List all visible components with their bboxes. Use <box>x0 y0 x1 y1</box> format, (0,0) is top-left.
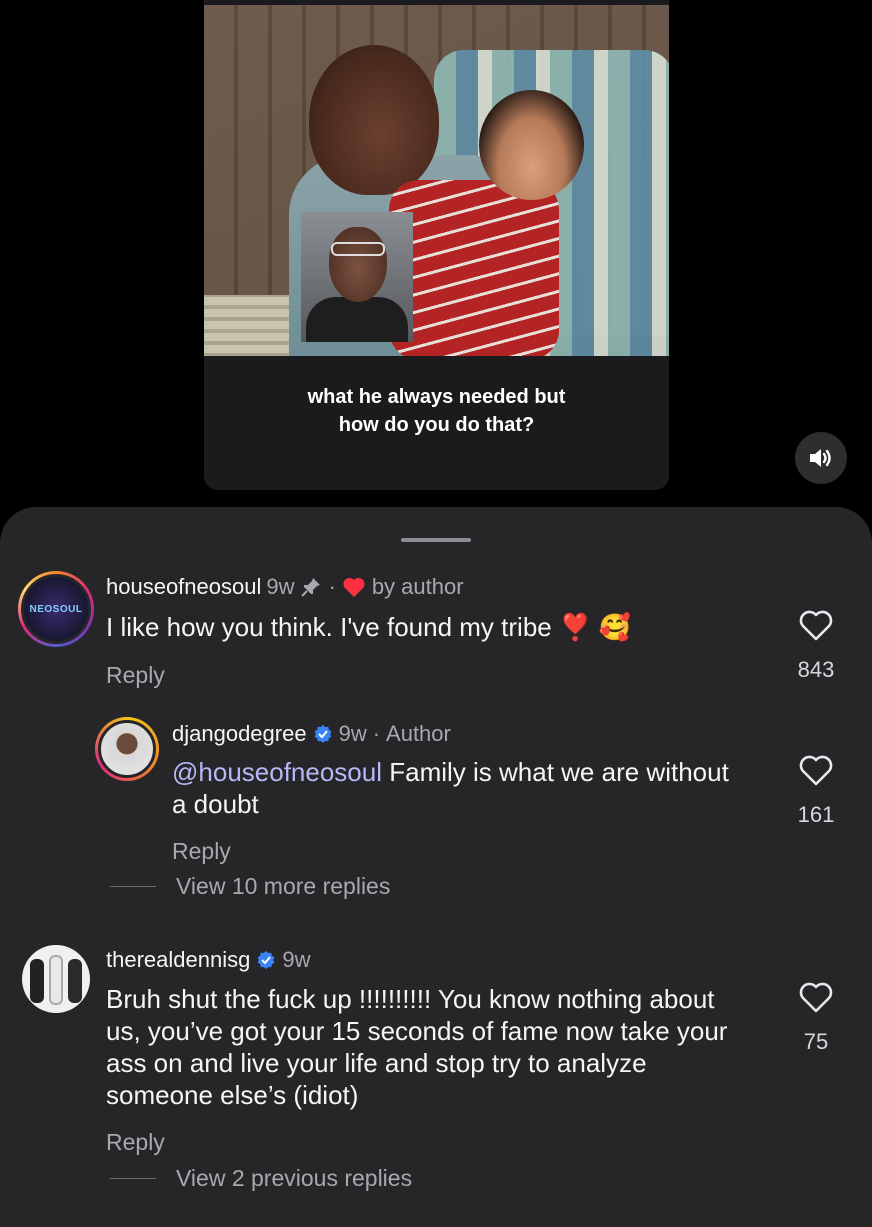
view-more-label: View 2 previous replies <box>176 1165 413 1191</box>
video-thumbnail[interactable] <box>204 5 669 356</box>
comment-time: 9w <box>338 721 367 746</box>
avatar[interactable] <box>22 945 90 1013</box>
video-man-head <box>309 45 439 195</box>
like-column: 75 <box>786 982 846 1055</box>
comment-username[interactable]: djangodegree <box>172 721 307 747</box>
comment-meta: therealdennisg 9w <box>106 947 310 973</box>
video-card[interactable]: what he always needed but how do you do … <box>204 0 669 490</box>
heart-outline-icon[interactable] <box>798 610 834 642</box>
comment-text: Bruh shut the fuck up !!!!!!!!!! You kno… <box>106 984 728 1110</box>
pip-face <box>329 227 387 302</box>
picture-in-picture-overlay <box>301 212 413 342</box>
verified-badge-icon <box>257 951 275 969</box>
view-more-line <box>110 1178 156 1179</box>
mention-link[interactable]: @houseofneosoul <box>172 757 382 787</box>
comment-username[interactable]: houseofneosoul <box>106 574 261 600</box>
reply-button[interactable]: Reply <box>106 662 165 689</box>
comment-meta: houseofneosoul 9w · by author <box>106 574 464 600</box>
like-column: 843 <box>786 610 846 683</box>
like-count: 843 <box>797 657 835 682</box>
view-more-replies[interactable]: View 10 more replies <box>110 873 390 900</box>
video-caption: what he always needed but how do you do … <box>204 383 669 439</box>
meta-separator: · <box>372 721 381 746</box>
comment-text: I like how you think. I've found my trib… <box>106 612 631 642</box>
speaker-volume-icon <box>810 449 831 467</box>
heart-outline-icon[interactable] <box>798 755 834 787</box>
video-baby-head <box>479 90 584 200</box>
like-column: 161 <box>786 755 846 828</box>
video-baby-body <box>389 180 559 356</box>
comment-text: @houseofneosoul Family is what we are wi… <box>172 756 732 820</box>
comments-sheet: NEOSOUL houseofneosoul 9w · by author I … <box>0 507 872 1227</box>
caption-line-1: what he always needed but <box>307 386 566 408</box>
pin-icon <box>301 578 321 597</box>
liked-by-author-label: by author <box>371 574 464 599</box>
comment-time: 9w <box>266 574 295 599</box>
view-more-label: View 10 more replies <box>176 873 391 899</box>
avatar[interactable]: NEOSOUL <box>18 571 94 647</box>
heart-outline-icon[interactable] <box>798 982 834 1014</box>
reply-button[interactable]: Reply <box>106 1129 165 1156</box>
view-more-replies[interactable]: View 2 previous replies <box>110 1165 412 1192</box>
view-more-line <box>110 886 156 887</box>
pip-shirt <box>306 297 408 342</box>
comment-time: 9w <box>282 947 311 972</box>
like-count: 75 <box>803 1029 829 1054</box>
reply-button[interactable]: Reply <box>172 838 231 865</box>
comment-meta: djangodegree 9w · Author <box>172 721 451 747</box>
verified-badge-icon <box>314 725 331 743</box>
comment-item: NEOSOUL houseofneosoul 9w · by author I … <box>0 507 872 707</box>
comment-item: djangodegree 9w · Author @houseofneosoul… <box>0 707 872 907</box>
author-tag: Author <box>386 721 451 746</box>
sound-toggle-button[interactable] <box>795 432 847 484</box>
pip-glasses <box>331 242 385 256</box>
caption-line-2: how do you do that? <box>338 414 535 436</box>
meta-separator: · <box>328 574 336 599</box>
heart-filled-icon <box>343 577 365 597</box>
comment-item: therealdennisg 9w Bruh shut the fuck up … <box>0 927 872 1227</box>
avatar-label: NEOSOUL <box>29 603 83 615</box>
avatar[interactable] <box>95 717 159 781</box>
like-count: 161 <box>797 802 835 827</box>
comment-username[interactable]: therealdennisg <box>106 947 250 973</box>
